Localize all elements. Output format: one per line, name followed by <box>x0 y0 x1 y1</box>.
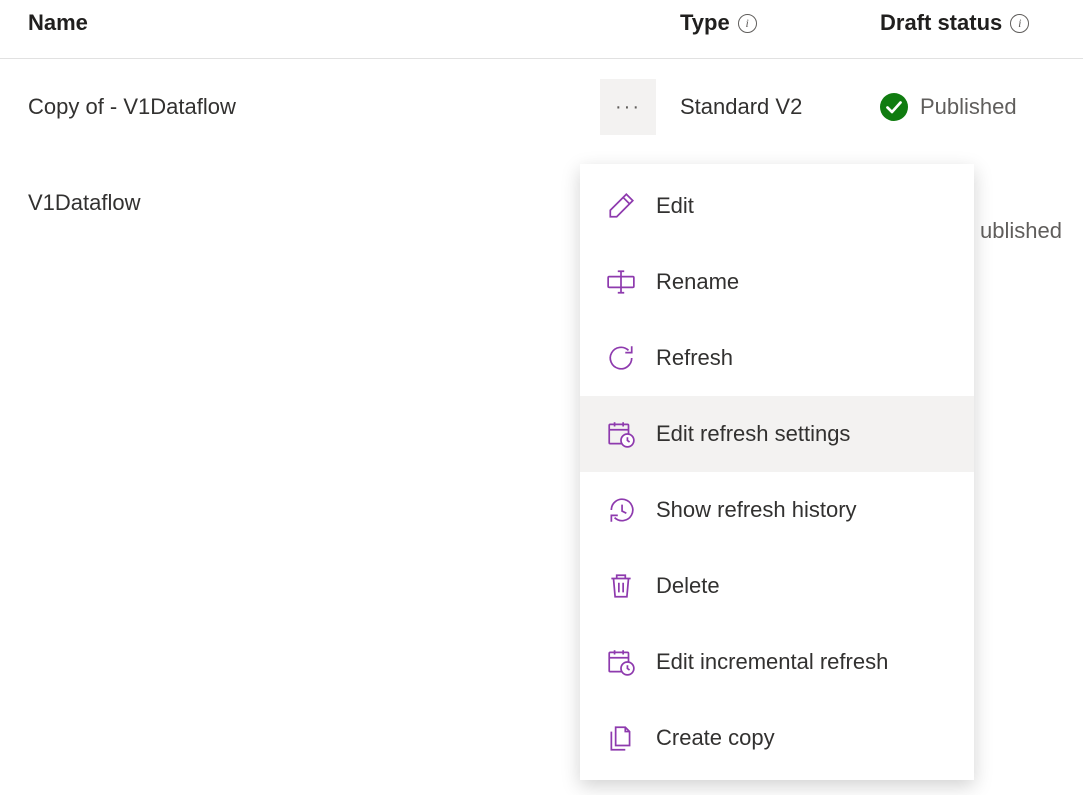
menu-item-delete[interactable]: Delete <box>580 548 974 624</box>
more-actions-button[interactable]: ··· <box>600 79 656 135</box>
check-icon <box>880 93 908 121</box>
obscured-status-fragment: ublished <box>980 218 1062 244</box>
row-type: Standard V2 <box>660 94 850 120</box>
copy-icon <box>606 723 636 753</box>
menu-item-show-refresh-history[interactable]: Show refresh history <box>580 472 974 548</box>
column-header-name[interactable]: Name <box>0 10 600 36</box>
info-icon[interactable]: i <box>1010 14 1029 33</box>
history-icon <box>606 495 636 525</box>
menu-item-label: Edit <box>656 193 694 219</box>
menu-item-label: Refresh <box>656 345 733 371</box>
schedule-icon <box>606 419 636 449</box>
edit-icon <box>606 191 636 221</box>
menu-item-label: Rename <box>656 269 739 295</box>
schedule-icon <box>606 647 636 677</box>
menu-item-edit[interactable]: Edit <box>580 168 974 244</box>
info-icon[interactable]: i <box>738 14 757 33</box>
menu-item-refresh[interactable]: Refresh <box>580 320 974 396</box>
context-menu: Edit Rename Refresh Edit refresh setting… <box>580 164 974 780</box>
menu-item-edit-incremental-refresh[interactable]: Edit incremental refresh <box>580 624 974 700</box>
table-header: Name Type i Draft status i <box>0 0 1083 59</box>
menu-item-edit-refresh-settings[interactable]: Edit refresh settings <box>580 396 974 472</box>
menu-item-label: Edit incremental refresh <box>656 649 888 675</box>
row-name: Copy of - V1Dataflow <box>0 94 600 120</box>
column-header-name-label: Name <box>28 10 88 36</box>
column-header-type-label: Type <box>680 10 730 36</box>
menu-item-label: Edit refresh settings <box>656 421 850 447</box>
column-header-status[interactable]: Draft status i <box>850 10 1083 36</box>
menu-item-label: Create copy <box>656 725 775 751</box>
row-status: Published <box>850 93 1083 121</box>
table-row[interactable]: Copy of - V1Dataflow ··· Standard V2 Pub… <box>0 59 1083 155</box>
menu-item-rename[interactable]: Rename <box>580 244 974 320</box>
refresh-icon <box>606 343 636 373</box>
row-name: V1Dataflow <box>0 190 600 216</box>
menu-item-label: Show refresh history <box>656 497 857 523</box>
menu-item-create-copy[interactable]: Create copy <box>580 700 974 776</box>
delete-icon <box>606 571 636 601</box>
column-header-status-label: Draft status <box>880 10 1002 36</box>
menu-item-label: Delete <box>656 573 720 599</box>
rename-icon <box>606 267 636 297</box>
column-header-type[interactable]: Type i <box>660 10 850 36</box>
status-label: Published <box>920 94 1017 120</box>
